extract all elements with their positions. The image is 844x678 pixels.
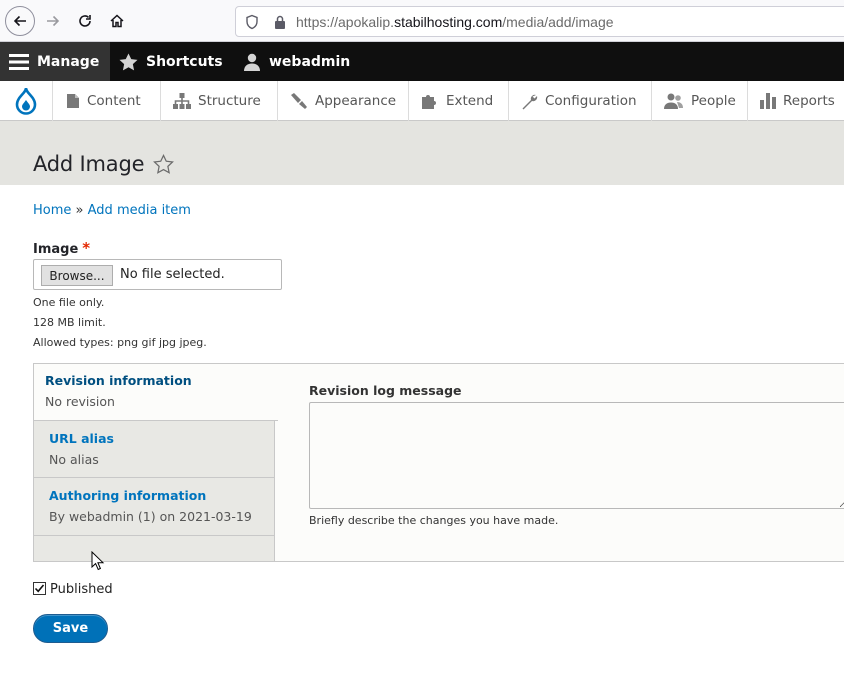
breadcrumb: Home » Add media item — [33, 203, 191, 218]
image-help-size: 128 MB limit. — [33, 316, 106, 329]
file-icon — [67, 94, 79, 108]
vtab-summary: By webadmin (1) on 2021-03-19 — [49, 509, 252, 524]
shield-icon[interactable] — [245, 14, 259, 30]
user-tab[interactable]: webadmin — [243, 42, 350, 81]
manage-label: Manage — [37, 53, 100, 70]
vtab-summary: No alias — [49, 452, 99, 467]
vtab-revision-information[interactable]: Revision information No revision — [34, 364, 278, 421]
vtab-title: Authoring information — [49, 488, 207, 503]
shortcuts-tab[interactable]: Shortcuts — [119, 42, 223, 81]
mouse-cursor-icon — [91, 551, 105, 571]
star-icon — [119, 52, 138, 70]
url-prefix: https://apokalip. — [296, 14, 395, 30]
forward-button[interactable] — [38, 6, 68, 36]
url-domain: stabilhosting.com — [394, 14, 503, 30]
wrench-icon — [522, 94, 538, 109]
puzzle-icon — [422, 95, 436, 109]
tray-label-structure: Structure — [198, 93, 261, 109]
required-marker: * — [82, 239, 91, 257]
admin-menu-tray: Content Structure Appearance Extend Conf… — [0, 81, 844, 121]
tray-label-appearance: Appearance — [315, 93, 397, 109]
arrow-right-icon — [47, 15, 60, 27]
image-help-types: Allowed types: png gif jpg jpeg. — [33, 336, 207, 349]
tray-label-people: People — [691, 93, 736, 109]
image-label-text: Image — [33, 242, 79, 257]
admin-toolbar: Manage Shortcuts webadmin — [0, 42, 844, 81]
breadcrumb-home-link[interactable]: Home — [33, 203, 71, 218]
published-checkbox[interactable] — [33, 582, 46, 595]
published-label[interactable]: Published — [50, 582, 113, 597]
tray-item-structure[interactable]: Structure — [161, 81, 278, 121]
tray-item-content[interactable]: Content — [54, 81, 161, 121]
save-button[interactable]: Save — [33, 614, 108, 643]
revision-log-label: Revision log message — [309, 383, 462, 398]
hamburger-icon — [9, 53, 29, 70]
image-help-files: One file only. — [33, 296, 105, 309]
browse-button[interactable]: Browse... — [41, 265, 113, 286]
tray-label-reports: Reports — [783, 93, 835, 109]
lock-icon[interactable] — [273, 14, 287, 30]
reload-button[interactable] — [70, 6, 100, 36]
structure-icon — [173, 93, 191, 109]
bar-chart-icon — [760, 93, 776, 109]
people-icon — [664, 93, 683, 109]
page-title: Add Image — [33, 152, 145, 176]
tray-label-configuration: Configuration — [545, 93, 637, 109]
browser-toolbar: https://apokalip.stabilhosting.com/media… — [0, 0, 844, 42]
paintbrush-icon — [291, 93, 307, 109]
revision-log-help: Briefly describe the changes you have ma… — [309, 514, 559, 527]
vtab-title: URL alias — [49, 431, 114, 446]
tray-item-people[interactable]: People — [652, 81, 748, 121]
checkmark-icon — [34, 584, 45, 593]
tray-label-content: Content — [87, 93, 141, 109]
breadcrumb-current-link[interactable]: Add media item — [88, 203, 191, 218]
tray-item-configuration[interactable]: Configuration — [509, 81, 652, 121]
revision-log-textarea[interactable] — [309, 402, 844, 509]
manage-tab[interactable]: Manage — [0, 42, 110, 81]
image-file-input[interactable]: Browse... No file selected. — [33, 259, 282, 290]
home-icon — [110, 14, 124, 28]
url-text: https://apokalip.stabilhosting.com/media… — [296, 14, 614, 30]
no-file-text: No file selected. — [120, 267, 225, 282]
vtab-title: Revision information — [45, 373, 192, 388]
back-button[interactable] — [5, 6, 35, 36]
shortcuts-label: Shortcuts — [146, 53, 223, 70]
vtab-url-alias[interactable]: URL alias No alias — [34, 421, 275, 478]
vtab-summary: No revision — [45, 394, 115, 409]
add-shortcut-star-icon[interactable] — [153, 154, 174, 174]
drupal-icon — [15, 87, 37, 115]
drupal-logo-link[interactable] — [0, 81, 53, 121]
page-header: Add Image — [0, 121, 844, 185]
arrow-left-icon — [13, 15, 26, 27]
tray-label-extend: Extend — [446, 93, 494, 109]
reload-icon — [79, 15, 91, 27]
user-icon — [244, 53, 260, 71]
url-path: /media/add/image — [502, 14, 614, 30]
image-field-label: Image * — [33, 239, 90, 257]
breadcrumb-separator: » — [75, 203, 84, 218]
vertical-tabs: Revision information No revision URL ali… — [33, 363, 844, 562]
tray-item-reports[interactable]: Reports — [748, 81, 844, 121]
user-label: webadmin — [269, 53, 351, 70]
vertical-tabs-menu: Revision information No revision URL ali… — [34, 364, 278, 561]
home-button[interactable] — [102, 6, 132, 36]
vtab-authoring-information[interactable]: Authoring information By webadmin (1) on… — [34, 478, 275, 536]
tray-item-appearance[interactable]: Appearance — [278, 81, 409, 121]
tray-item-extend[interactable]: Extend — [409, 81, 509, 121]
address-bar[interactable]: https://apokalip.stabilhosting.com/media… — [235, 6, 844, 37]
